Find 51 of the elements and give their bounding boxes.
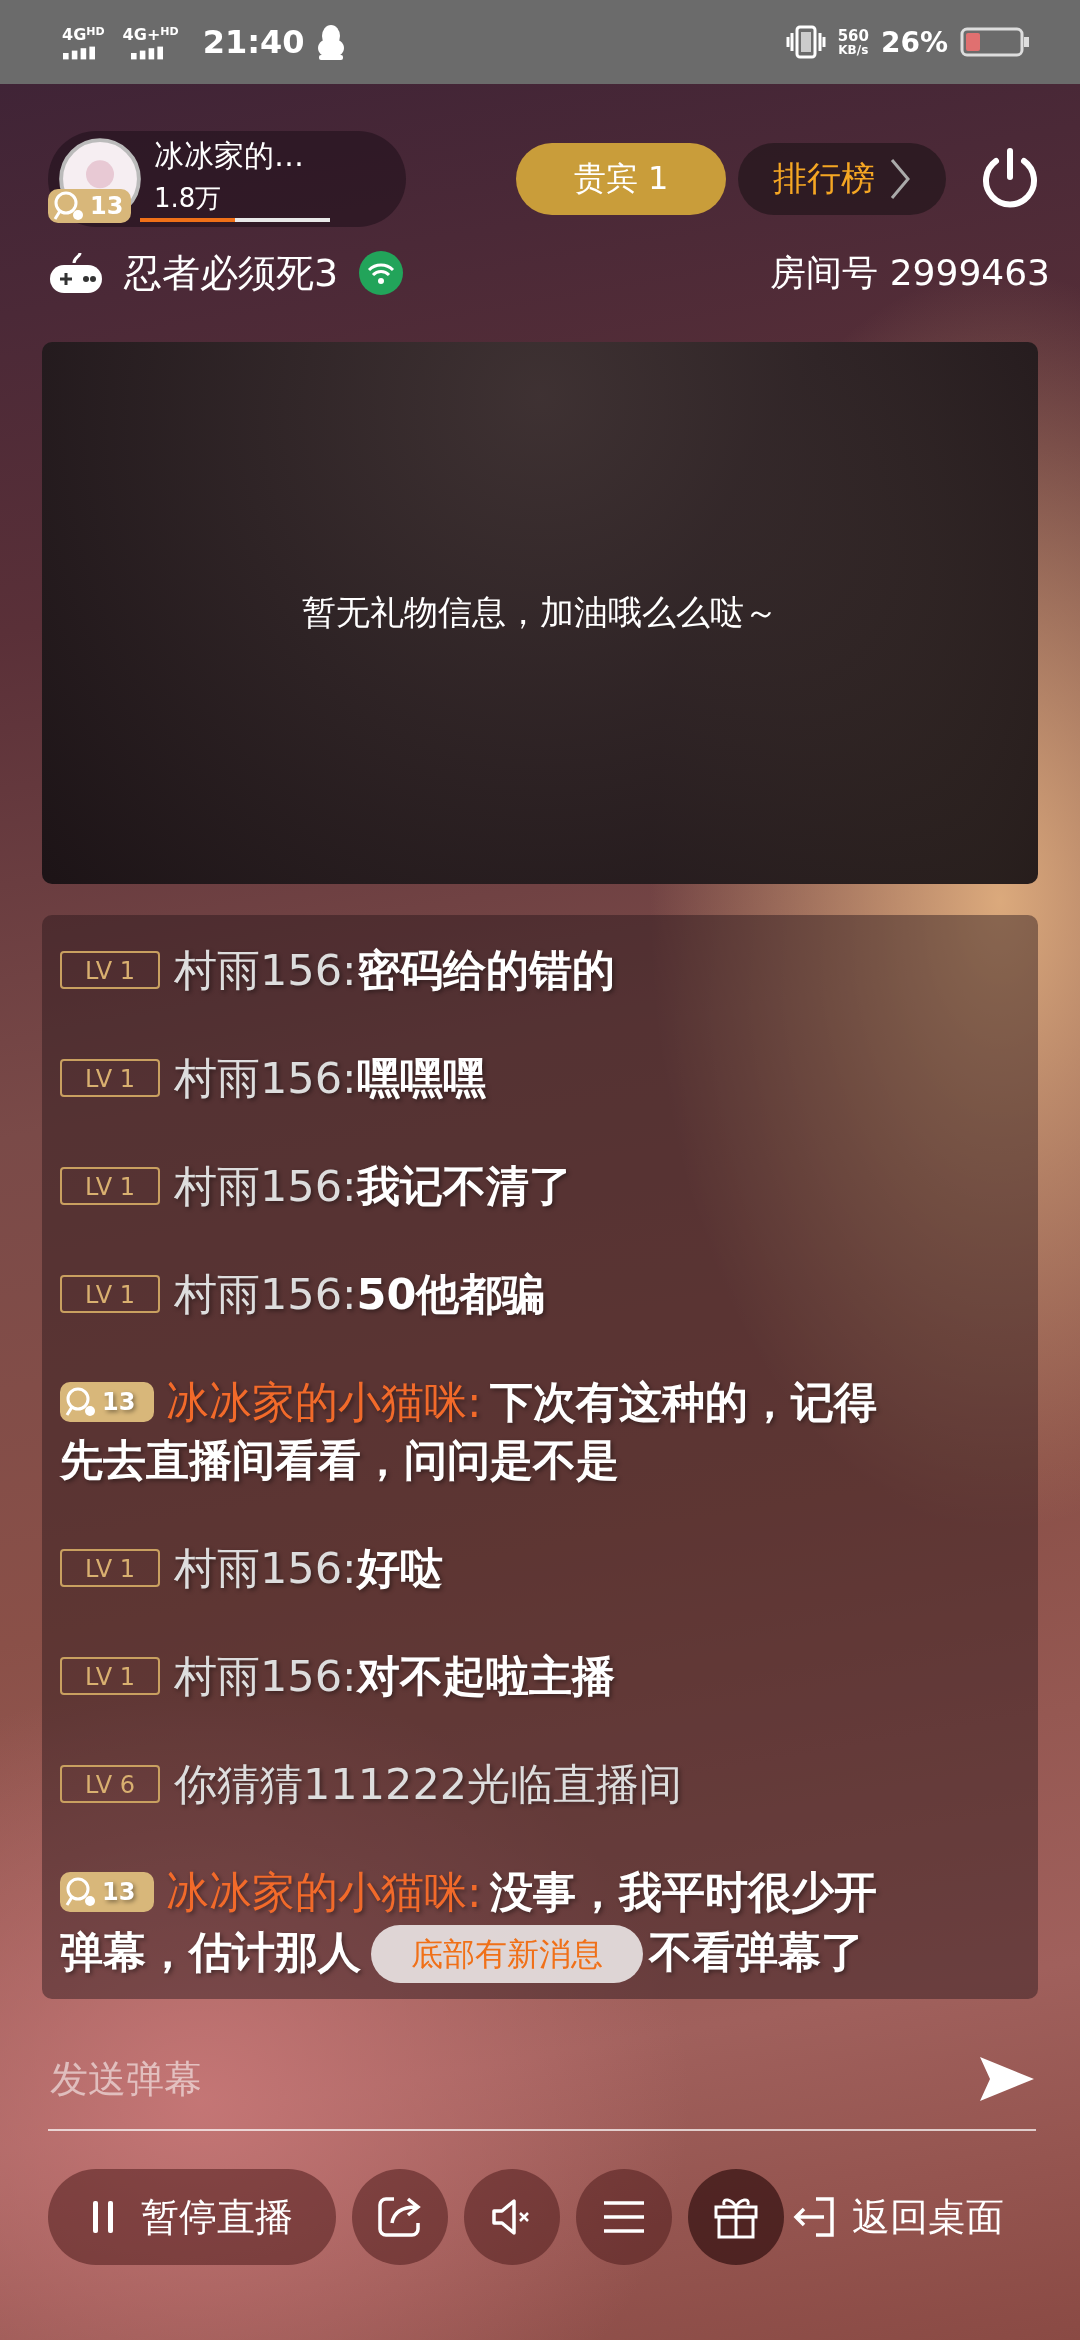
mute-icon[interactable] [464, 2169, 560, 2265]
pause-button[interactable]: 暂停直播 [48, 2169, 336, 2265]
battery-percent: 26% [880, 25, 948, 59]
return-button[interactable]: 返回桌面 [792, 2191, 1004, 2243]
level-badge: LV 1 [60, 1059, 160, 1097]
chevron-right-icon [889, 157, 911, 201]
level-badge: LV 1 [60, 1549, 160, 1587]
chat-message: 先去直播间看看，问问是不是 [60, 1434, 619, 1487]
network-label: HD [160, 24, 179, 38]
network-label: 4G+ [122, 24, 161, 44]
penguin-icon [316, 24, 347, 60]
menu-icon[interactable] [576, 2169, 672, 2265]
chat-message: 村雨156:我记不清了 [174, 1160, 572, 1213]
chat-message: 你猜猜111222光临直播间 [174, 1758, 683, 1811]
network-speed-unit: KB/s [838, 43, 869, 56]
chat-message: 村雨156:嘿嘿嘿 [174, 1052, 486, 1105]
level-badge: LV 1 [60, 1657, 160, 1695]
anchor-name: 冰冰家的… [154, 137, 305, 175]
gamepad-icon [48, 251, 104, 295]
level-badge: LV 6 [60, 1765, 160, 1803]
level-badge: LV 1 [60, 1275, 160, 1313]
level-badge: LV 1 [60, 951, 160, 989]
clock: 21:40 [202, 23, 305, 61]
level-badge: 13 [60, 1872, 154, 1912]
level-badge: 13 [60, 1382, 154, 1422]
level-badge: 13 [48, 189, 132, 223]
battery-icon [960, 27, 1030, 57]
pause-icon [91, 2199, 115, 2235]
game-title: 忍者必须死3 [124, 249, 339, 297]
network-label: HD [86, 24, 105, 38]
empty-message: 暂无礼物信息，加油哦么么哒～ [302, 591, 778, 634]
share-icon[interactable] [352, 2169, 448, 2265]
level-badge: LV 1 [60, 1167, 160, 1205]
fan-count: 1.8万 [154, 182, 223, 215]
network-speed: 560 [837, 28, 869, 44]
chat-message: 村雨156:密码给的错的 [174, 944, 615, 997]
network-label: 4G [62, 24, 87, 44]
vibrate-icon [785, 25, 826, 59]
room-number: 房间号 2999463 [770, 250, 1050, 295]
chat-message: 村雨156:好哒 [174, 1542, 443, 1595]
chat-message: 村雨156:对不起啦主播 [174, 1650, 615, 1703]
gift-icon[interactable] [688, 2169, 784, 2265]
chat-message: 弹幕，估计那人 [60, 1926, 361, 1979]
chat-message: 冰冰家的小猫咪: 没事，我平时很少开 [166, 1866, 877, 1919]
chat-message: 不看弹幕了 [649, 1926, 864, 1979]
anchor-card[interactable]: 13 冰冰家的… 1.8万 [48, 131, 406, 227]
input-field[interactable]: 发送弹幕 [48, 2056, 978, 2102]
chat-message: 村雨156:50他都骗 [174, 1268, 546, 1321]
chat-message: 冰冰家的小猫咪: 下次有这种的，记得 [166, 1376, 877, 1429]
wifi-icon [358, 250, 405, 296]
ranking-button[interactable]: 排行榜 [738, 143, 946, 215]
